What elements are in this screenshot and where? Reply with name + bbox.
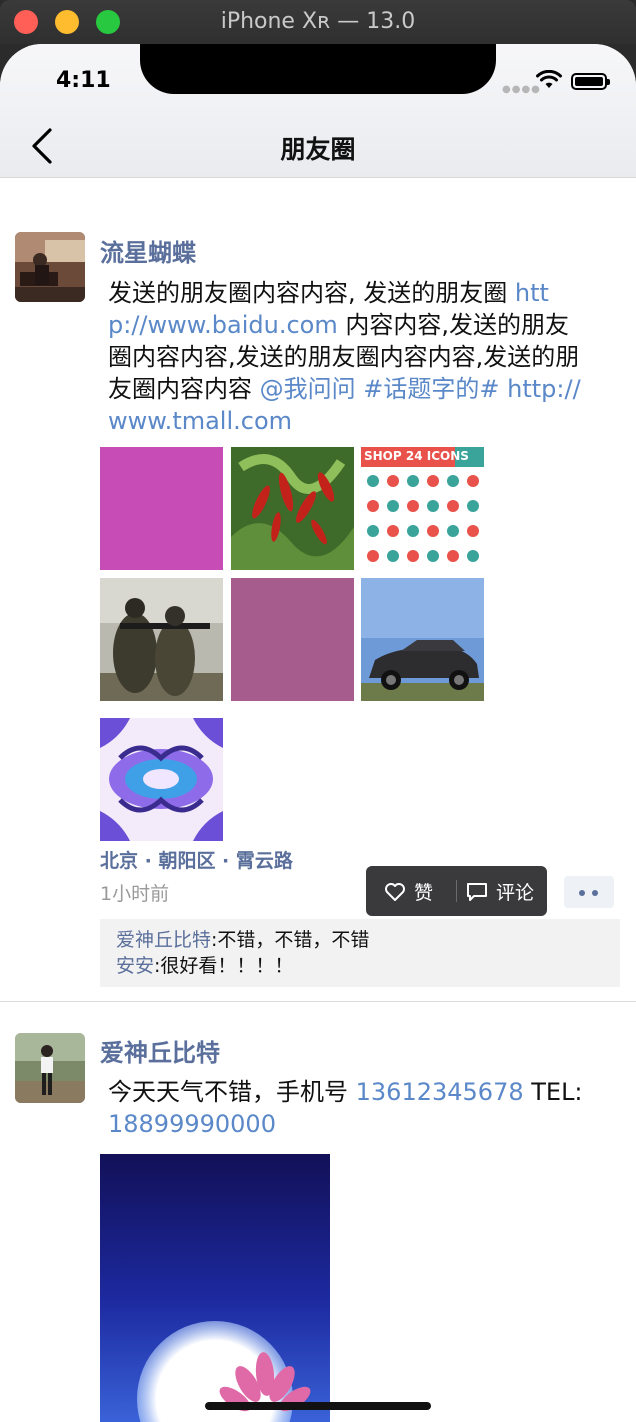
post-image-magenta[interactable] <box>100 447 223 570</box>
post-image-shop-icons[interactable]: SHOP 24 ICONS <box>361 447 484 570</box>
content-text: 发送的朋友圈内容内容, 发送的朋友圈 <box>108 279 515 307</box>
shop-banner-text: SHOP 24 ICONS <box>364 449 469 463</box>
post-time-ago: 1小时前 <box>100 883 170 905</box>
notch <box>140 44 496 94</box>
comment-label: 评论 <box>496 882 535 904</box>
avatar[interactable] <box>15 232 85 302</box>
content-text: TEL: <box>523 1078 583 1106</box>
post-image-car[interactable] <box>361 578 484 701</box>
comment-text: 很好看！！！！ <box>160 955 294 977</box>
mention-link[interactable]: @我问问 <box>260 375 356 403</box>
post-image-mauve[interactable] <box>231 578 354 701</box>
more-options-button[interactable] <box>564 876 614 908</box>
comment-bubble-icon <box>467 882 487 901</box>
comment-text: 不错，不错，不错 <box>217 929 370 951</box>
post-location[interactable]: 北京 · 朝阳区 · 霄云路 <box>100 846 293 873</box>
phone-link[interactable]: 13612345678 <box>356 1078 524 1106</box>
avatar[interactable] <box>15 1033 85 1103</box>
comments-box: 爱神丘比特:不错，不错，不错 安安:很好看！！！！ <box>100 919 620 987</box>
topic-link[interactable]: #话题字的# <box>363 375 499 403</box>
post-image-chili[interactable] <box>231 447 354 570</box>
like-button[interactable]: 赞 <box>384 878 433 905</box>
window-title: iPhone Xʀ — 13.0 <box>220 9 416 34</box>
phone-link[interactable]: 18899990000 <box>108 1110 276 1138</box>
post-content: 今天天气不错，手机号 13612345678 TEL: 18899990000 <box>108 1076 583 1140</box>
comment-row: 爱神丘比特:不错，不错，不错 <box>116 929 370 951</box>
content-text: 今天天气不错，手机号 <box>108 1078 356 1106</box>
status-and-nav-bar: 4:11 ●●●● 朋友圈 <box>0 44 636 178</box>
post-image-ornament[interactable] <box>100 718 223 841</box>
page-title: 朋友圈 <box>280 135 356 164</box>
heart-icon <box>385 882 405 901</box>
post-image-soldiers[interactable] <box>100 578 223 701</box>
home-indicator[interactable] <box>205 1402 431 1410</box>
wifi-icon <box>536 70 562 88</box>
comment-author[interactable]: 安安 <box>116 955 154 977</box>
popup-divider <box>456 880 457 902</box>
comment-button[interactable]: 评论 <box>466 878 534 905</box>
battery-icon <box>571 73 610 90</box>
comment-author[interactable]: 爱神丘比特 <box>116 929 211 951</box>
like-comment-popup: 赞 评论 <box>366 866 547 916</box>
content-text <box>500 375 508 403</box>
post-divider <box>0 1001 636 1002</box>
status-time: 4:11 <box>56 68 111 93</box>
simulator-title-bar: iPhone Xʀ — 13.0 <box>0 0 636 44</box>
post-image-moon-lotus[interactable] <box>100 1154 330 1422</box>
phone-screen: 4:11 ●●●● 朋友圈 流星蝴蝶 发送的朋友圈内容内容, 发送的朋友圈 ht… <box>0 44 636 1422</box>
post-content: 发送的朋友圈内容内容, 发送的朋友圈 http://www.baidu.com … <box>108 277 583 437</box>
comment-row: 安安:很好看！！！！ <box>116 955 294 977</box>
post-username[interactable]: 爱神丘比特 <box>100 1033 220 1068</box>
like-label: 赞 <box>414 882 434 904</box>
post-username[interactable]: 流星蝴蝶 <box>100 233 196 268</box>
